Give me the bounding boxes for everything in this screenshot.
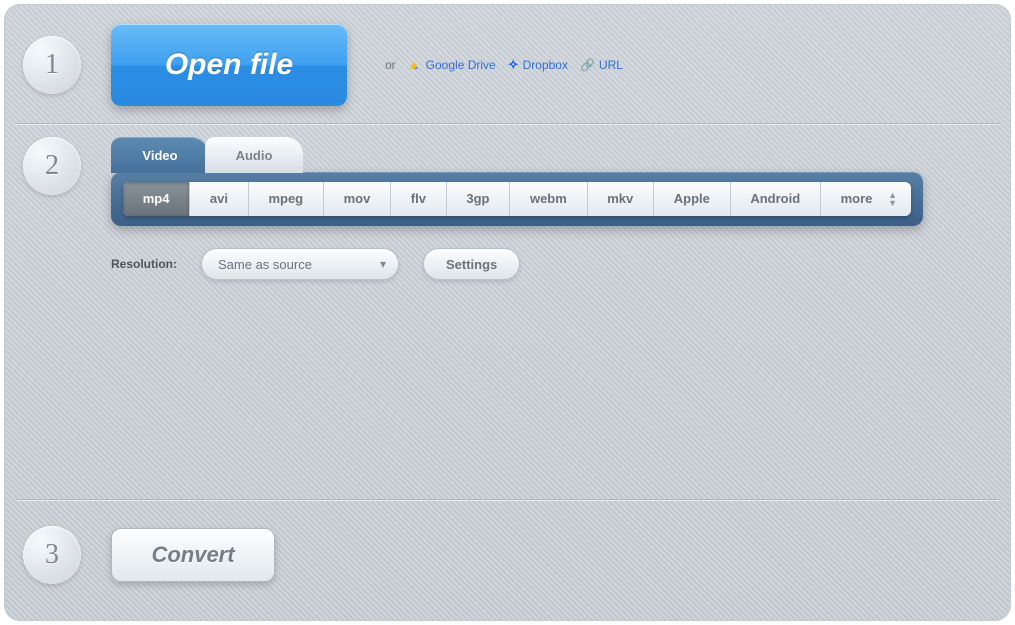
source-url[interactable]: URL	[580, 58, 623, 72]
format-mp4[interactable]: mp4	[123, 182, 190, 216]
format-avi[interactable]: avi	[190, 182, 249, 216]
resolution-select[interactable]: Same as source	[201, 248, 399, 280]
step-1: 1 Open file or Google Drive Dropbox URL	[5, 5, 1010, 123]
or-label: or	[385, 58, 396, 72]
dropbox-icon	[508, 57, 519, 73]
source-google-drive[interactable]: Google Drive	[408, 58, 496, 72]
format-mov[interactable]: mov	[324, 182, 391, 216]
format-flv[interactable]: flv	[391, 182, 447, 216]
settings-button[interactable]: Settings	[423, 248, 520, 280]
step-badge-2: 2	[23, 137, 81, 195]
step-3: 3 Convert	[5, 499, 1010, 609]
step-badge-3: 3	[23, 526, 81, 584]
format-3gp[interactable]: 3gp	[447, 182, 511, 216]
format-bar: mp4avimpegmovflv3gpwebmmkvAppleAndroidmo…	[123, 182, 911, 216]
step-2: 2 Video Audio mp4avimpegmovflv3gpwebmmkv…	[5, 123, 1010, 499]
options-row: Resolution: Same as source Settings	[111, 248, 520, 280]
tab-audio[interactable]: Audio	[205, 137, 303, 173]
link-icon	[580, 58, 595, 72]
resolution-label: Resolution:	[111, 257, 177, 271]
format-webm[interactable]: webm	[510, 182, 587, 216]
url-label: URL	[599, 58, 623, 72]
format-android[interactable]: Android	[731, 182, 821, 216]
source-extras: or Google Drive Dropbox URL	[385, 57, 623, 73]
google-drive-label: Google Drive	[426, 58, 496, 72]
google-drive-icon	[408, 59, 422, 71]
media-type-tabs: Video Audio	[111, 137, 303, 173]
step-badge-1: 1	[23, 36, 81, 94]
source-dropbox[interactable]: Dropbox	[508, 57, 568, 73]
format-apple[interactable]: Apple	[654, 182, 731, 216]
format-more[interactable]: more▲ ▼	[821, 182, 911, 216]
converter-panel: 1 Open file or Google Drive Dropbox URL	[4, 4, 1011, 621]
format-mpeg[interactable]: mpeg	[249, 182, 324, 216]
format-bar-container: mp4avimpegmovflv3gpwebmmkvAppleAndroidmo…	[111, 172, 923, 226]
chevron-updown-icon: ▲ ▼	[888, 182, 897, 216]
open-file-button[interactable]: Open file	[111, 24, 347, 106]
convert-button[interactable]: Convert	[111, 528, 275, 582]
format-mkv[interactable]: mkv	[588, 182, 654, 216]
dropbox-label: Dropbox	[523, 58, 568, 72]
tab-video[interactable]: Video	[111, 137, 209, 173]
